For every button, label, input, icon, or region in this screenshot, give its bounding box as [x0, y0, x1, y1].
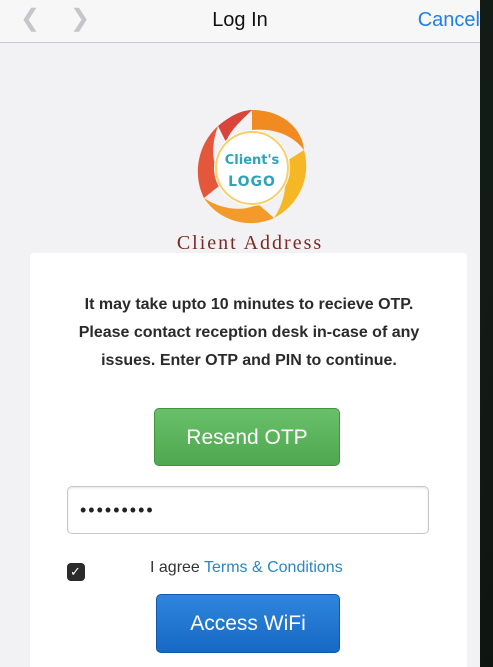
captive-portal-screen: ❮ ❯ Log In Cancel Client's LOGO Client A…: [0, 0, 480, 667]
agree-prefix: I agree: [150, 559, 204, 576]
terms-link[interactable]: Terms & Conditions: [204, 559, 343, 576]
otp-input[interactable]: •••••••••: [67, 486, 429, 534]
navigation-bar: ❮ ❯ Log In Cancel: [0, 0, 480, 43]
logo-text-line1: Client's: [225, 153, 280, 168]
checkmark-icon: ✓: [70, 564, 81, 579]
logo-swirl-graphic: Client's LOGO: [197, 110, 307, 224]
client-logo: Client's LOGO: [186, 106, 322, 234]
otp-card: It may take upto 10 minutes to recieve O…: [30, 253, 467, 667]
agree-checkbox[interactable]: ✓: [67, 563, 85, 581]
logo-text-line2: LOGO: [228, 174, 276, 190]
cancel-button[interactable]: Cancel: [418, 9, 480, 32]
client-address: Client Address: [176, 232, 324, 254]
otp-instructions: It may take upto 10 minutes to recieve O…: [78, 296, 420, 369]
agree-label: I agree Terms & Conditions: [150, 559, 343, 577]
access-wifi-button[interactable]: Access WiFi: [156, 594, 340, 653]
resend-otp-button[interactable]: Resend OTP: [154, 408, 340, 466]
page-title: Log In: [212, 9, 268, 31]
